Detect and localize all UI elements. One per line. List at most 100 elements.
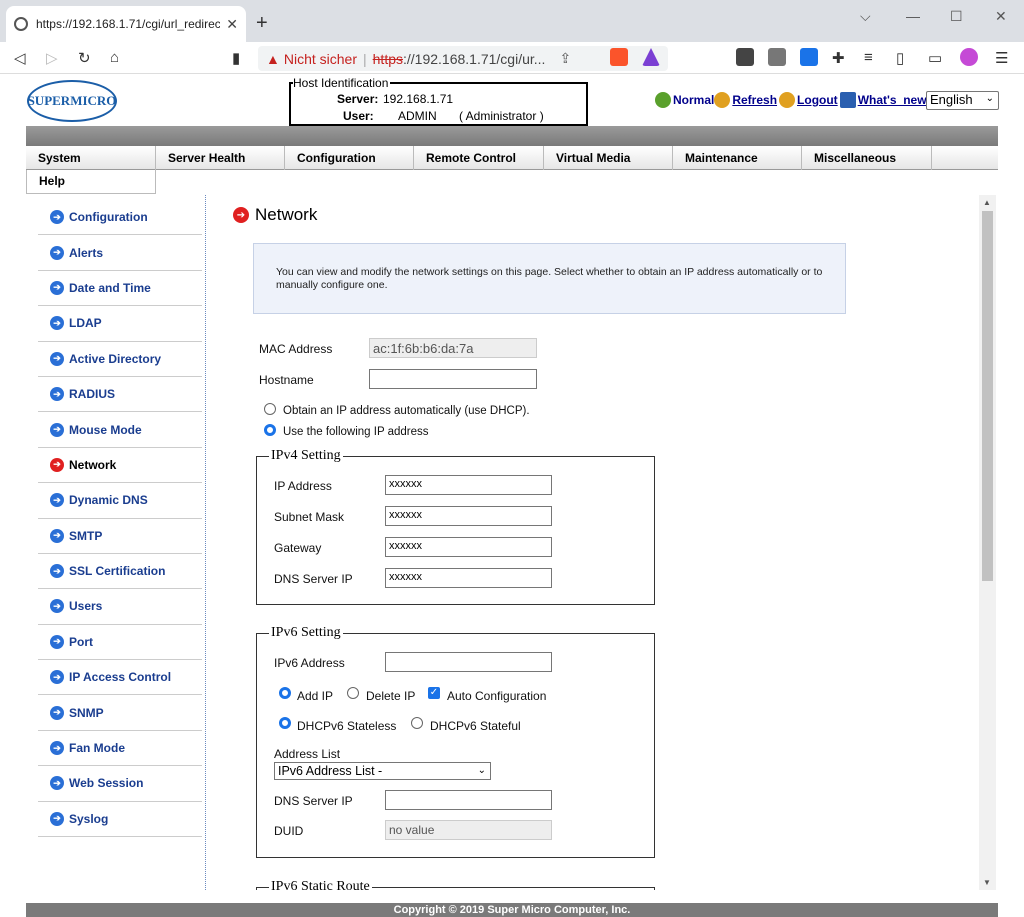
sidebar-item-dynamic-dns[interactable]: ➔ Dynamic DNS [38,483,202,519]
sidebar-item-label: SSL Certification [69,564,166,579]
maximize-icon[interactable]: ☐ [950,8,963,25]
scroll-down-icon[interactable]: ▼ [983,878,991,887]
share-icon[interactable]: ⇪ [559,50,571,67]
sidebar-item-radius[interactable]: ➔ RADIUS [38,377,202,413]
sidebar-item-web-session[interactable]: ➔ Web Session [38,766,202,802]
menu-virtual-media[interactable]: Virtual Media [544,146,673,170]
sidebar-item-ssl-certification[interactable]: ➔ SSL Certification [38,554,202,590]
whats-new-link[interactable]: What's_new [858,93,927,107]
sidebar-item-mouse-mode[interactable]: ➔ Mouse Mode [38,412,202,448]
menu-configuration[interactable]: Configuration [285,146,414,170]
refresh-link[interactable]: Refresh [732,93,777,107]
sidebar-item-active-directory[interactable]: ➔ Active Directory [38,342,202,377]
ip-address-input[interactable]: xxxxxx [385,475,552,495]
puzzle-icon[interactable]: ✚ [832,49,845,67]
address-list-value: IPv6 Address List - [278,764,383,778]
scroll-up-icon[interactable]: ▲ [983,198,991,207]
menu-miscellaneous[interactable]: Miscellaneous [802,146,932,170]
wallet-icon[interactable]: ▭ [928,49,942,67]
sidebar-item-fan-mode[interactable]: ➔ Fan Mode [38,731,202,767]
stateful-label: DHCPv6 Stateful [430,719,521,733]
sidebar-item-label: Dynamic DNS [69,493,148,508]
sidebar-item-ip-access-control[interactable]: ➔ IP Access Control [38,660,202,696]
sidebar-item-date-time[interactable]: ➔ Date and Time [38,271,202,307]
sidebar-item-label: Fan Mode [69,741,125,756]
subnet-mask-label: Subnet Mask [274,510,345,524]
address-list-select[interactable]: IPv6 Address List - ⌄ [274,762,491,780]
sidebar-item-syslog[interactable]: ➔ Syslog [38,802,202,838]
bookmark-icon[interactable]: ▮ [232,49,240,67]
sidebar-item-network[interactable]: ➔ Network [38,448,202,484]
menu-server-health[interactable]: Server Health [156,146,285,170]
forward-icon[interactable]: ▷ [46,49,58,67]
page-title-text: Network [255,205,318,224]
hostname-input[interactable] [369,369,537,389]
host-legend: Host Identification [293,76,391,90]
sidebar-item-smtp[interactable]: ➔ SMTP [38,519,202,554]
sidebar-item-label: SNMP [69,705,104,720]
sidebar-item-label: Network [69,457,117,472]
ipv6-dns-input[interactable] [385,790,552,810]
browser-tab[interactable]: https://192.168.1.71/cgi/url_redirect.c … [6,6,246,42]
ipv6-address-input[interactable] [385,652,552,672]
extension-icon[interactable] [768,48,786,66]
logout-link[interactable]: Logout [797,93,838,107]
logout-icon[interactable] [779,92,796,108]
delete-ip-label: Delete IP [366,689,416,703]
playlist-icon[interactable]: ≡ [864,49,873,66]
brave-shield-icon[interactable] [610,48,628,66]
menu-icon[interactable]: ☰ [995,49,1008,67]
reload-icon[interactable]: ↻ [78,49,91,67]
arrow-right-icon: ➔ [50,811,64,826]
dhcp-label: Obtain an IP address automatically (use … [283,405,530,417]
ipv6-dns-label: DNS Server IP [274,794,353,808]
gateway-input[interactable]: xxxxxx [385,537,552,557]
arrow-right-icon: ➔ [50,705,64,720]
dns-server-input[interactable]: xxxxxx [385,568,552,588]
sidebar-item-users[interactable]: ➔ Users [38,589,202,625]
add-ip-radio[interactable] [279,687,291,699]
sidebar-item-port[interactable]: ➔ Port [38,625,202,661]
address-bar[interactable]: ▲ Nicht sicher | https ://192.168.1.71/c… [258,46,668,71]
mac-field: ac:1f:6b:b6:da:7a [369,338,537,358]
home-icon[interactable]: ⌂ [110,49,119,66]
normal-status-icon [655,92,671,108]
arrow-right-icon: ➔ [50,387,64,402]
sidebar-item-alerts[interactable]: ➔ Alerts [38,235,202,271]
main-menu: System Server Health Configuration Remot… [26,146,998,170]
mac-label: MAC Address [259,342,333,356]
close-window-icon[interactable]: ✕ [995,8,1007,25]
sidebar-item-snmp[interactable]: ➔ SNMP [38,695,202,731]
delete-ip-radio[interactable] [347,687,359,699]
scroll-thumb[interactable] [982,211,993,581]
menu-maintenance[interactable]: Maintenance [673,146,802,170]
menu-remote-control[interactable]: Remote Control [414,146,544,170]
page-title: ➔ Network [233,205,317,225]
refresh-icon[interactable] [714,92,731,108]
static-ip-radio[interactable] [264,424,276,436]
stateful-radio[interactable] [411,717,423,729]
sidebar-item-label: RADIUS [69,387,116,402]
extension-icon[interactable] [800,48,818,66]
stateless-radio[interactable] [279,717,291,729]
menu-system[interactable]: System [26,146,156,170]
tab-close-icon[interactable]: ✕ [226,16,238,33]
menu-help[interactable]: Help [26,170,156,194]
minimize-icon[interactable]: — [906,8,920,24]
sidebar-item-ldap[interactable]: ➔ LDAP [38,306,202,342]
sidebar-icon[interactable]: ▯ [896,49,904,67]
duid-label: DUID [274,824,304,838]
avatar[interactable] [960,48,978,66]
subnet-mask-input[interactable]: xxxxxx [385,506,552,526]
server-value: 192.168.1.71 [383,92,454,106]
auto-config-checkbox[interactable]: ✓ [428,687,440,699]
extension-icon[interactable] [736,48,754,66]
content-scrollbar[interactable]: ▲ ▼ [979,195,996,890]
language-select[interactable]: English ⌄ [926,91,999,110]
new-tab-button[interactable]: + [256,12,268,35]
tab-search-icon[interactable]: ⌵ [860,8,871,25]
dhcp-radio[interactable] [264,403,276,415]
sidebar-item-configuration[interactable]: ➔ Configuration [38,200,202,236]
arrow-right-icon: ➔ [50,457,64,472]
back-icon[interactable]: ◁ [14,49,26,67]
